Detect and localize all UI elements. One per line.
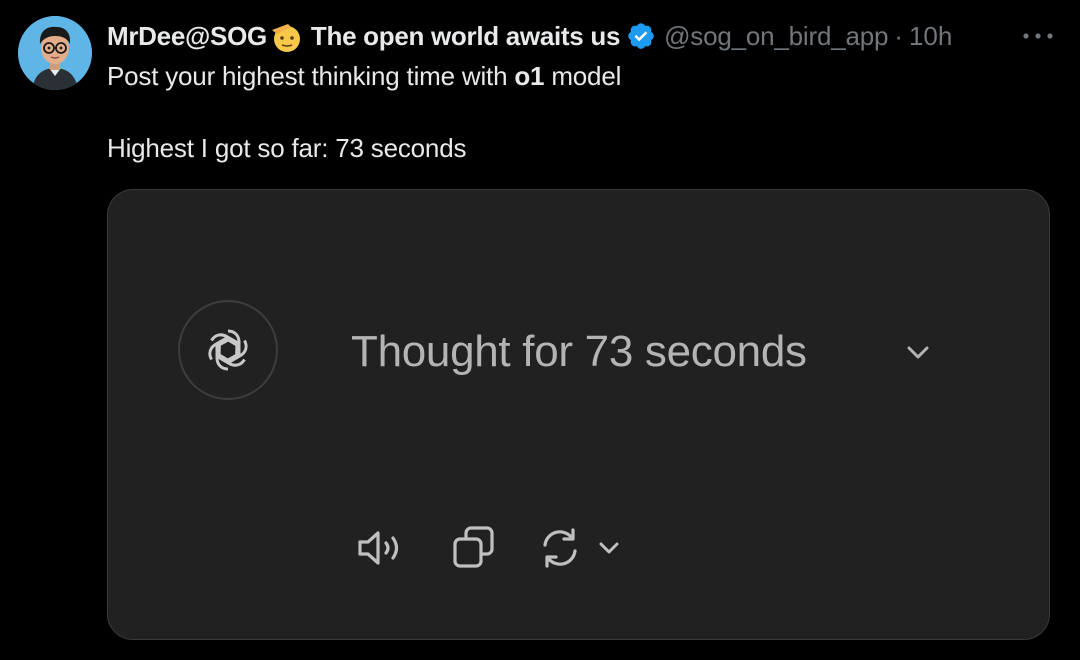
saluting-face-emoji-icon [269, 21, 305, 53]
author-display-name[interactable]: MrDee@SOG [107, 18, 267, 54]
header-separator: · [894, 21, 903, 51]
chevron-down-icon [599, 542, 619, 554]
post-timestamp[interactable]: 10h [909, 18, 952, 54]
expand-thought-button[interactable] [904, 338, 932, 366]
tweet-text-line-1: Post your highest thinking time with o1 … [107, 58, 1047, 94]
more-options-button[interactable] [1018, 24, 1058, 48]
tweet-header: MrDee@SOG The open world awaits us @sog_… [107, 18, 1067, 54]
tweet-text-bold-model: o1 [514, 61, 545, 91]
tweet-text-spacer [107, 94, 1047, 130]
read-aloud-button[interactable] [356, 526, 414, 570]
ellipsis-icon [1023, 33, 1053, 39]
tweet-media-image[interactable]: Thought for 73 seconds [107, 189, 1050, 640]
openai-logo-avatar [178, 300, 278, 400]
memoji-avatar-icon [18, 16, 92, 90]
copy-button[interactable] [450, 524, 500, 572]
verified-badge-icon[interactable] [626, 21, 656, 51]
tweet-text: Post your highest thinking time with o1 … [107, 58, 1047, 166]
chevron-down-icon [907, 346, 929, 359]
copy-icon [453, 526, 494, 568]
avatar[interactable] [18, 16, 92, 90]
author-display-name-suffix[interactable]: The open world awaits us [311, 18, 620, 54]
regenerate-button[interactable] [536, 524, 584, 572]
regenerate-menu-button[interactable] [594, 534, 624, 562]
tweet-text-line-1-end: model [544, 61, 622, 91]
openai-logo-icon [208, 329, 248, 371]
author-handle[interactable]: @sog_on_bird_app [664, 18, 888, 54]
refresh-icon [543, 528, 577, 568]
tweet-text-line-1-start: Post your highest thinking time with [107, 61, 515, 91]
thought-duration-label[interactable]: Thought for 73 seconds [351, 322, 807, 382]
speaker-icon [358, 531, 399, 565]
tweet-text-line-2: Highest I got so far: 73 seconds [107, 133, 467, 163]
